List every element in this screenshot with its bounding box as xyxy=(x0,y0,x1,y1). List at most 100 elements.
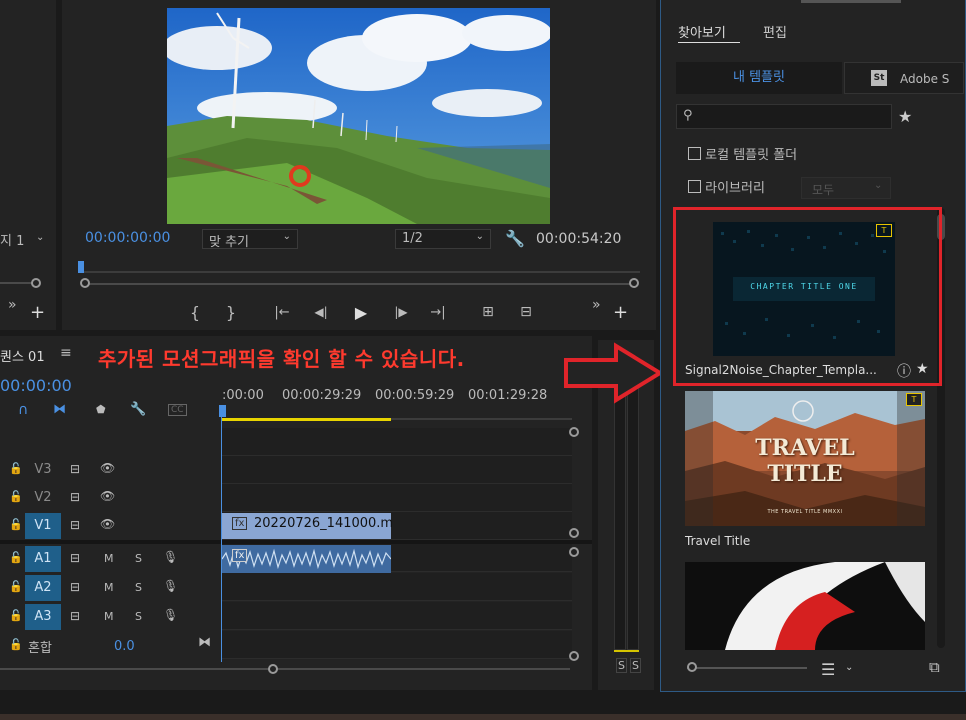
step-back-icon[interactable]: ◀| xyxy=(310,302,332,322)
monitor-time-ruler[interactable] xyxy=(80,258,640,274)
menu-icon[interactable]: ≡ xyxy=(60,345,72,361)
checkbox-icon[interactable] xyxy=(688,180,701,193)
more-icon[interactable]: » xyxy=(592,297,601,313)
linked-selection-icon[interactable]: ⧓ xyxy=(53,402,66,417)
sync-lock-icon[interactable]: ⊟ xyxy=(70,551,80,565)
lock-icon[interactable]: 🔓 xyxy=(9,462,23,475)
playhead-line[interactable] xyxy=(221,416,222,662)
timeline-timecode[interactable]: 00:00:00 xyxy=(0,376,72,395)
track-target-a3[interactable]: A3 xyxy=(25,604,61,630)
solo-left-button[interactable]: S xyxy=(616,658,627,673)
template-thumbnail-3[interactable] xyxy=(685,562,925,650)
eye-icon[interactable]: 👁 xyxy=(100,489,115,503)
sync-lock-icon[interactable]: ⊟ xyxy=(70,580,80,594)
checkbox-icon[interactable] xyxy=(688,147,701,160)
sort-menu-icon[interactable]: ☰ xyxy=(821,660,835,679)
star-filter-icon[interactable]: ★ xyxy=(898,107,912,126)
playhead-timecode[interactable]: 00:00:00:00 xyxy=(85,230,170,246)
track-v3[interactable] xyxy=(222,456,572,484)
go-to-next-edit-icon[interactable]: ⧓ xyxy=(198,635,211,650)
vscroll-handle[interactable] xyxy=(569,651,579,661)
libraries-dropdown[interactable]: 모두 ⌄ xyxy=(801,177,891,199)
track-a3[interactable] xyxy=(222,602,572,630)
vscroll-handle[interactable] xyxy=(569,547,579,557)
duration-timecode: 00:00:54:20 xyxy=(536,231,622,247)
scroll-handle-right[interactable] xyxy=(629,278,639,288)
captions-icon[interactable]: CC xyxy=(168,404,187,416)
tab-edit[interactable]: 편집 xyxy=(763,22,787,41)
work-area-bar[interactable] xyxy=(222,418,391,421)
sync-lock-icon[interactable]: ⊟ xyxy=(70,518,80,532)
add-button-icon[interactable]: + xyxy=(613,302,628,323)
more-icon[interactable]: » xyxy=(8,297,17,313)
mute-button[interactable]: M xyxy=(104,581,114,594)
chevron-down-icon[interactable]: ⌄ xyxy=(36,232,44,243)
track-target-a2[interactable]: A2 xyxy=(25,575,61,601)
microphone-icon[interactable]: 🎙 xyxy=(163,608,178,622)
chevron-down-icon[interactable]: ⌄ xyxy=(845,662,853,673)
segment-my-templates[interactable]: 내 템플릿 xyxy=(676,62,842,94)
sync-lock-icon[interactable]: ⊟ xyxy=(70,490,80,504)
track-target-v3[interactable]: V3 xyxy=(25,457,61,483)
lock-icon[interactable]: 🔓 xyxy=(9,609,23,622)
snap-icon[interactable]: ∩ xyxy=(18,402,28,418)
mark-out-icon[interactable]: } xyxy=(222,302,240,322)
mix-volume[interactable]: 0.0 xyxy=(114,639,135,654)
sync-lock-icon[interactable]: ⊟ xyxy=(70,462,80,476)
lift-icon[interactable]: ⊞ xyxy=(476,302,500,322)
lock-icon[interactable]: 🔓 xyxy=(9,490,23,503)
track-target-v1[interactable]: V1 xyxy=(25,513,61,539)
resolution-dropdown[interactable]: 1/2 ⌄ xyxy=(395,229,491,249)
track-a2[interactable] xyxy=(222,573,572,601)
lock-icon[interactable]: 🔓 xyxy=(9,580,23,593)
thumbnail-size-handle[interactable] xyxy=(687,662,697,672)
solo-button[interactable]: S xyxy=(135,610,142,623)
sequence-tab[interactable]: 퀀스 01 xyxy=(0,346,45,365)
mute-button[interactable]: M xyxy=(104,552,114,565)
solo-button[interactable]: S xyxy=(135,581,142,594)
av-divider[interactable] xyxy=(0,540,592,544)
solo-right-button[interactable]: S xyxy=(630,658,641,673)
hscroll-handle[interactable] xyxy=(268,664,278,674)
lock-icon[interactable]: 🔓 xyxy=(9,518,23,531)
go-to-in-icon[interactable]: |← xyxy=(270,302,294,322)
lock-icon[interactable]: 🔓 xyxy=(9,638,23,651)
playhead-marker[interactable] xyxy=(78,261,84,273)
vscroll-handle[interactable] xyxy=(569,427,579,437)
track-v2[interactable] xyxy=(222,484,572,512)
microphone-icon[interactable]: 🎙 xyxy=(163,579,178,593)
video-clip[interactable]: fx 20220726_141000.m xyxy=(222,513,393,539)
eye-icon[interactable]: 👁 xyxy=(100,517,115,531)
new-item-icon[interactable]: ⧉ xyxy=(929,658,940,676)
play-icon[interactable]: ▶ xyxy=(350,302,372,322)
add-button-icon[interactable]: + xyxy=(30,302,45,323)
audio-clip[interactable]: fx xyxy=(221,545,392,573)
go-to-out-icon[interactable]: →| xyxy=(426,302,450,322)
segment-adobe-stock[interactable]: St Adobe S xyxy=(844,62,964,94)
step-forward-icon[interactable]: |▶ xyxy=(390,302,412,322)
eye-icon[interactable]: 👁 xyxy=(100,461,115,475)
wrench-icon[interactable]: 🔧 xyxy=(130,402,146,417)
chevron-down-icon: ⌄ xyxy=(475,231,484,242)
extract-icon[interactable]: ⊟ xyxy=(514,302,538,322)
libraries-checkbox[interactable]: 라이브러리 xyxy=(688,177,765,196)
scroll-handle[interactable] xyxy=(31,278,41,288)
scroll-handle-left[interactable] xyxy=(80,278,90,288)
track-target-v2[interactable]: V2 xyxy=(25,485,61,511)
solo-button[interactable]: S xyxy=(135,552,142,565)
lock-icon[interactable]: 🔓 xyxy=(9,551,23,564)
mute-button[interactable]: M xyxy=(104,610,114,623)
fit-dropdown[interactable]: 맞 추기 ⌄ xyxy=(202,229,298,250)
add-marker-icon[interactable]: ⬟ xyxy=(96,403,106,416)
microphone-icon[interactable]: 🎙 xyxy=(163,550,178,564)
tab-browse[interactable]: 찾아보기 xyxy=(678,22,726,41)
wrench-icon[interactable]: 🔧 xyxy=(505,228,525,248)
zoom-level[interactable]: 지 1 xyxy=(0,230,24,249)
local-folder-checkbox[interactable]: 로컬 템플릿 폴더 xyxy=(688,144,797,163)
mark-in-icon[interactable]: { xyxy=(186,302,204,322)
track-target-a1[interactable]: A1 xyxy=(25,546,61,572)
search-input[interactable]: ⚲ xyxy=(676,104,892,129)
template-thumbnail-2[interactable]: TRAVEL TITLE THE TRAVEL TITLE MMXXI T xyxy=(685,391,925,526)
vscroll-handle[interactable] xyxy=(569,528,579,538)
sync-lock-icon[interactable]: ⊟ xyxy=(70,609,80,623)
